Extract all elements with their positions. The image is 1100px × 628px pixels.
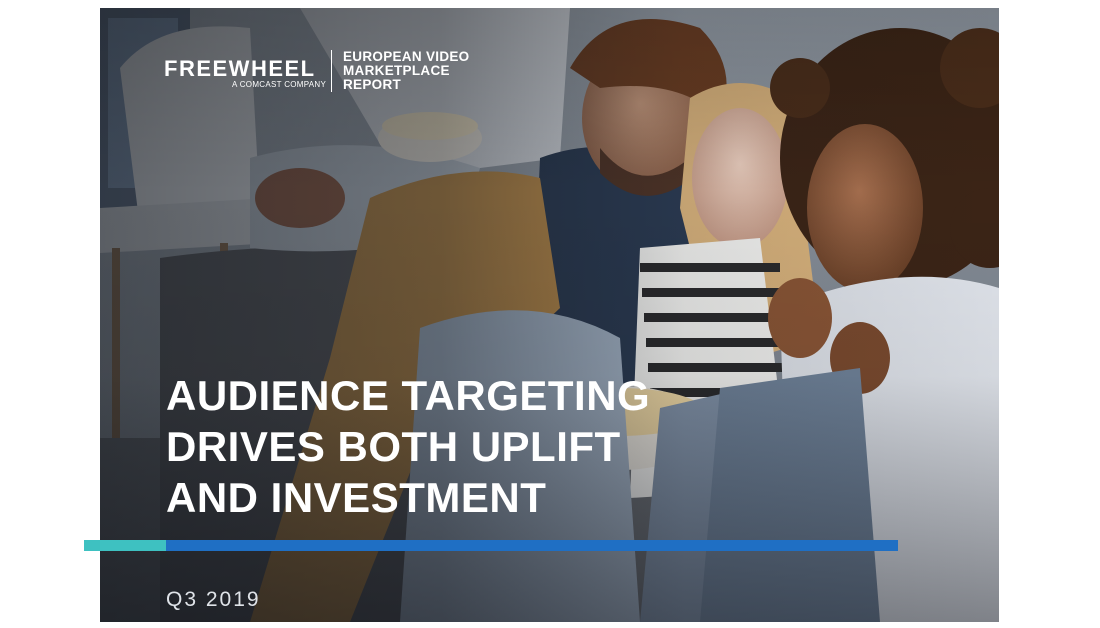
photo-overlay-bottom (100, 8, 999, 622)
accent-bar-blue (166, 540, 898, 551)
headline-line: AND INVESTMENT (166, 474, 547, 521)
report-title-line: MARKETPLACE (343, 63, 450, 78)
report-cover: FREEWHEEL A COMCAST COMPANY EUROPEAN VID… (100, 8, 999, 622)
logo-subtitle: A COMCAST COMPANY (232, 80, 327, 89)
cover-headline: AUDIENCE TARGETING DRIVES BOTH UPLIFT AN… (166, 370, 650, 523)
headline-line: DRIVES BOTH UPLIFT (166, 423, 621, 470)
logo-divider (331, 50, 332, 92)
report-title-line: EUROPEAN VIDEO (343, 49, 470, 64)
accent-bar-teal (84, 540, 166, 551)
report-title: EUROPEAN VIDEO MARKETPLACE REPORT (343, 50, 469, 92)
report-period: Q3 2019 (166, 588, 261, 611)
report-title-line: REPORT (343, 77, 402, 92)
freewheel-logo: FREEWHEEL (164, 56, 316, 81)
headline-line: AUDIENCE TARGETING (166, 372, 651, 419)
